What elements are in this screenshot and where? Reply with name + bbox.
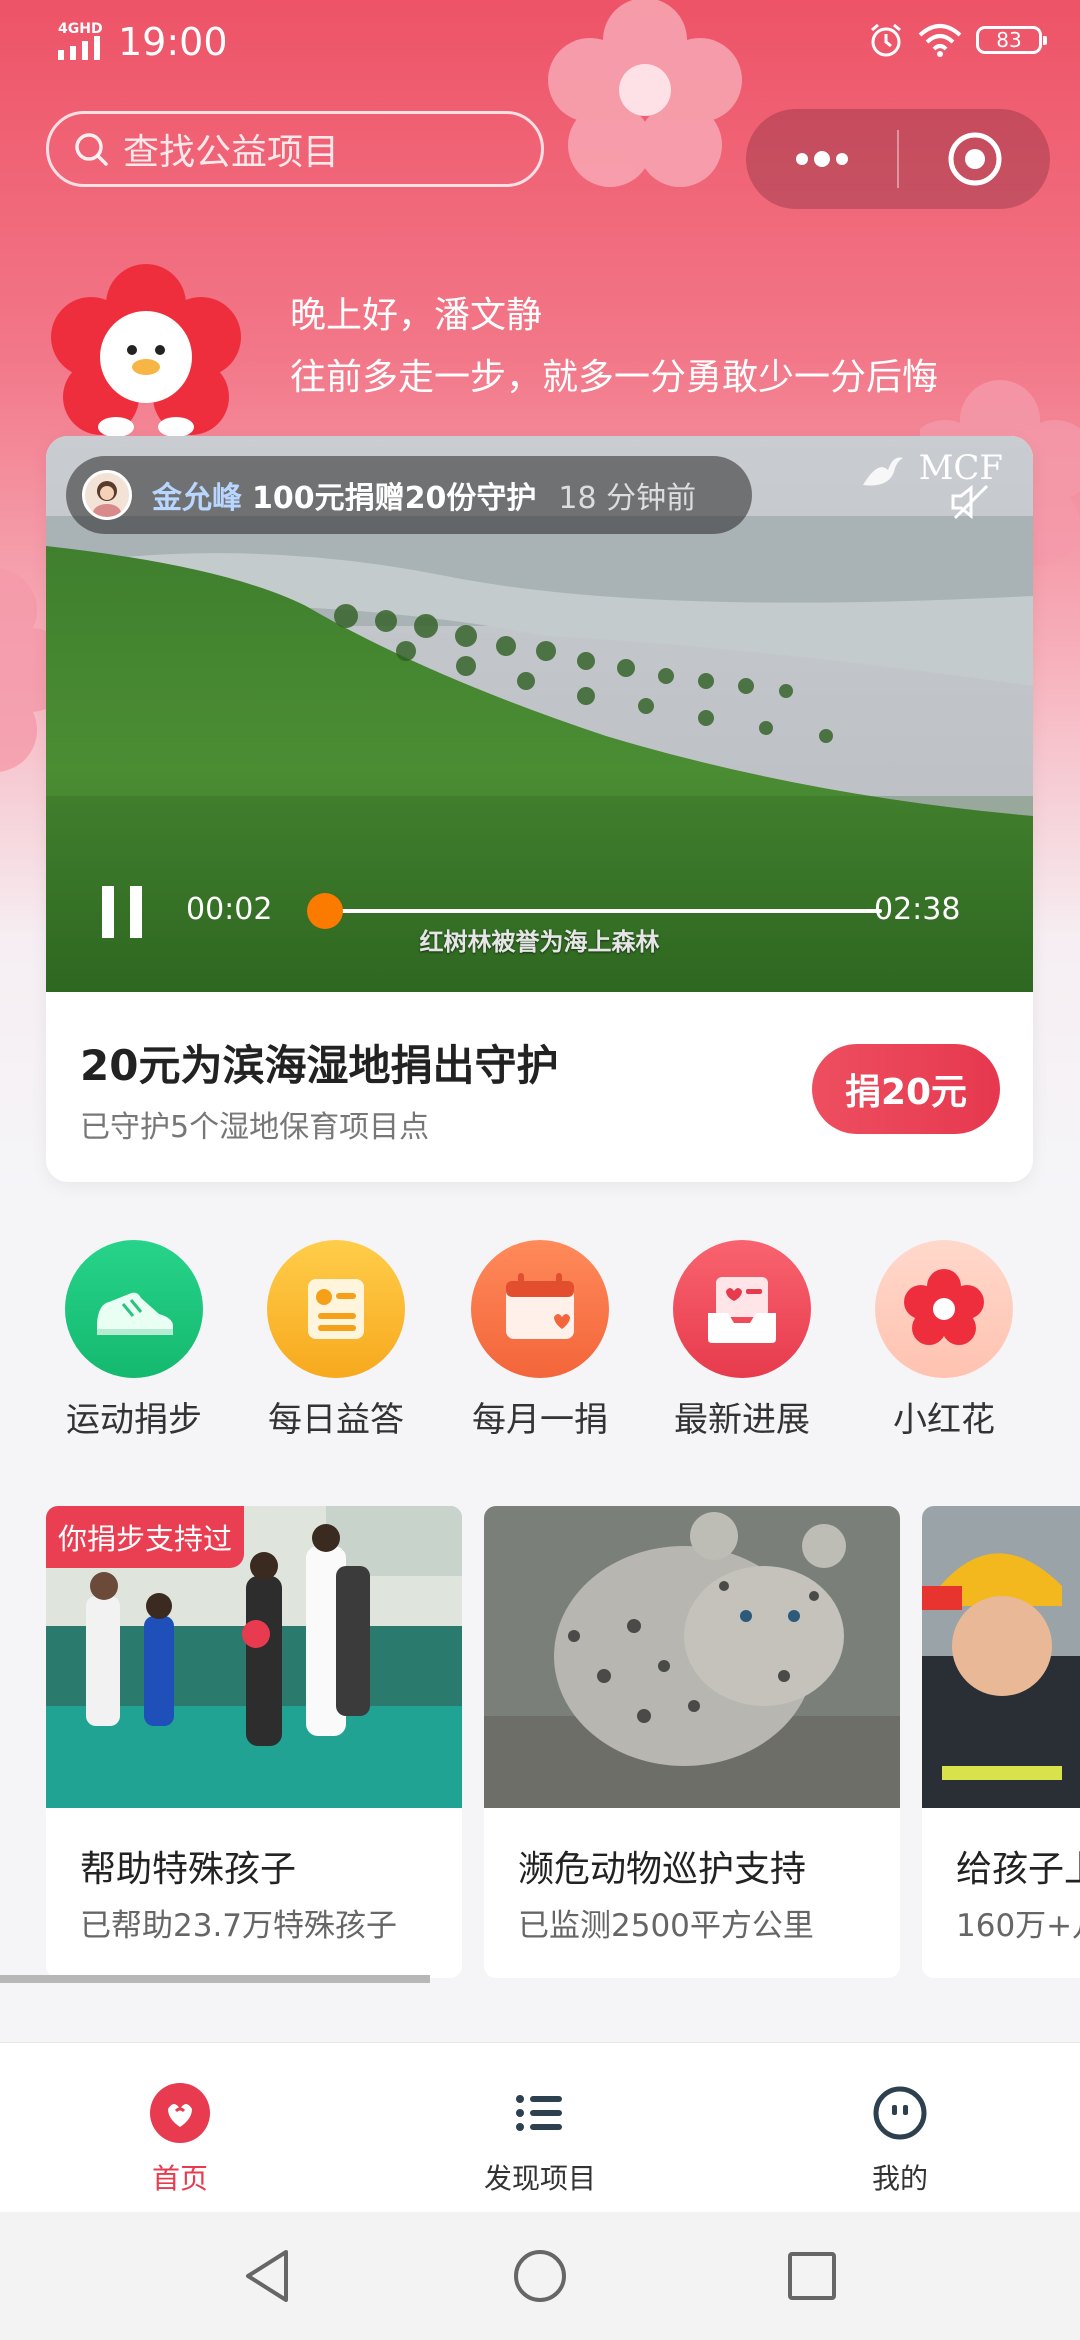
video-progress-slider[interactable] (307, 893, 882, 929)
project-title: 帮助特殊孩子 (80, 1849, 297, 1890)
project-subtitle: 已监测2500平方公里 (518, 1908, 814, 1944)
quick-item-label: 最新进展 (674, 1400, 810, 1440)
quick-item-label: 运动捐步 (66, 1400, 202, 1440)
donate-button[interactable]: 捐20元 (812, 1044, 1000, 1134)
close-miniprogram-button[interactable] (899, 109, 1050, 209)
red-flower-icon (875, 1240, 1013, 1378)
sneaker-icon (65, 1240, 203, 1378)
quick-item-latest-progress[interactable]: 最新进展 (652, 1240, 832, 1441)
clock: 19:00 (118, 20, 228, 64)
quick-item-daily-quiz[interactable]: 每日益答 (246, 1240, 426, 1441)
inbox-heart-icon (673, 1240, 811, 1378)
donor-name: 金允峰 (152, 481, 242, 516)
project-card[interactable]: 给孩子上 160万+儿 (922, 1506, 1080, 1978)
carousel-scroll-indicator (0, 1975, 430, 1983)
project-card[interactable]: 你捐步支持过 帮助特殊孩子 已帮助23.7万特殊孩子 (46, 1506, 462, 1978)
featured-project-card[interactable]: 金允峰 100元捐赠20份守护 18 分钟前 MCF 00:02 02:38 红… (46, 436, 1033, 1182)
tab-label: 首页 (151, 2162, 208, 2195)
target-close-icon (948, 132, 1001, 186)
miniprogram-capsule (746, 109, 1050, 209)
back-icon[interactable] (240, 2246, 296, 2306)
quiz-card-icon (267, 1240, 405, 1378)
project-image-snow-leopard (484, 1506, 900, 1808)
recent-apps-icon[interactable] (784, 2246, 840, 2306)
greeting-motto: 往前多走一步，就多一分勇敢少一分后悔 (290, 357, 939, 398)
recent-donation-banner: 金允峰 100元捐赠20份守护 18 分钟前 (66, 456, 752, 534)
home-heart-icon (150, 2083, 210, 2143)
quick-item-label: 每月一捐 (472, 1400, 608, 1440)
search-input[interactable]: 查找公益项目 (46, 111, 544, 187)
calendar-heart-icon (471, 1240, 609, 1378)
quick-item-monthly-donation[interactable]: 每月一捐 (450, 1240, 630, 1441)
project-tag: 你捐步支持过 (46, 1506, 245, 1568)
quick-actions: 运动捐步 每日益答 每月一捐 最新进展 小红花 (0, 1240, 1080, 1440)
project-title: 濒危动物巡护支持 (518, 1849, 807, 1890)
project-title: 给孩子上 (956, 1849, 1080, 1890)
tab-bar: 首页 发现项目 我的 (0, 2042, 1080, 2213)
status-bar: 4GHD 19:00 83 (0, 0, 1080, 84)
donation-amount: 100元捐赠20份守护 (252, 481, 537, 516)
project-card[interactable]: 濒危动物巡护支持 已监测2500平方公里 (484, 1506, 900, 1978)
signal-icon (58, 36, 100, 60)
battery-indicator: 83 (976, 26, 1047, 54)
quick-item-sports-steps[interactable]: 运动捐步 (44, 1240, 224, 1441)
tab-me[interactable]: 我的 (800, 2081, 1000, 2197)
project-image-child-firefighter (922, 1506, 1080, 1808)
tab-label: 我的 (871, 2162, 928, 2195)
system-navigation-bar (0, 2212, 1080, 2340)
tab-home[interactable]: 首页 (80, 2081, 280, 2197)
swan-logo-icon (862, 457, 903, 486)
status-indicators: 83 (868, 22, 1047, 58)
network-label: 4GHD (58, 21, 103, 37)
project-subtitle: 已帮助23.7万特殊孩子 (80, 1908, 398, 1944)
quick-item-label: 小红花 (893, 1400, 995, 1440)
video-subtitle: 红树林被誉为海上森林 (419, 928, 660, 956)
featured-project-title: 20元为滨海湿地捐出守护 (80, 1041, 559, 1090)
project-carousel[interactable]: 你捐步支持过 帮助特殊孩子 已帮助23.7万特殊孩子 濒危动物巡护支持 已监测2… (0, 1506, 1080, 1986)
avatar (82, 470, 132, 520)
wifi-icon (918, 24, 962, 57)
avatar-image-icon (93, 481, 121, 517)
greeting-title: 晚上好，潘文静 (290, 295, 543, 336)
home-circle-icon[interactable] (512, 2246, 568, 2306)
alarm-icon (871, 23, 901, 57)
more-dots-icon (795, 151, 848, 167)
red-flower-mascot-icon (51, 264, 241, 437)
search-placeholder: 查找公益项目 (123, 132, 340, 173)
quick-item-label: 每日益答 (268, 1400, 404, 1440)
more-button[interactable] (746, 109, 897, 209)
search-icon (75, 133, 108, 166)
tab-discover[interactable]: 发现项目 (440, 2081, 640, 2197)
list-icon (516, 2095, 562, 2131)
flower-decoration-icon (0, 568, 50, 772)
featured-project-subtitle: 已守护5个湿地保育项目点 (80, 1110, 430, 1145)
tab-label: 发现项目 (483, 2162, 596, 2195)
donation-time: 18 分钟前 (558, 481, 697, 516)
mute-icon[interactable] (949, 482, 993, 522)
video-player[interactable]: 金允峰 100元捐赠20份守护 18 分钟前 MCF 00:02 02:38 红… (46, 436, 1033, 992)
quick-item-red-flower[interactable]: 小红花 (854, 1240, 1034, 1441)
project-subtitle: 160万+儿 (956, 1908, 1080, 1944)
profile-face-icon (873, 2086, 927, 2140)
